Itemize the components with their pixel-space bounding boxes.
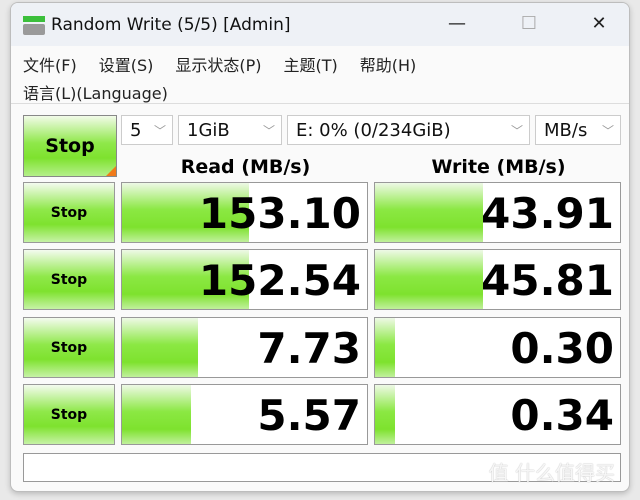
menu-language[interactable]: 语言(L)(Language) [23, 80, 168, 104]
test-stop-button[interactable]: Stop [23, 317, 115, 378]
write-value: 0.30 [510, 324, 614, 373]
read-result: 5.57 [121, 384, 368, 445]
window-title: Random Write (5/5) [Admin] [51, 14, 291, 35]
close-button[interactable]: ✕ [579, 11, 619, 37]
chevron-down-icon: ﹀ [153, 124, 166, 138]
chevron-down-icon: ﹀ [262, 124, 275, 138]
drive-select[interactable]: E: 0% (0/234GiB) ﹀ [287, 115, 530, 145]
test-stop-button[interactable]: Stop [23, 384, 115, 445]
minimize-button[interactable]: — [437, 11, 477, 37]
maximize-button[interactable]: ☐ [509, 11, 549, 37]
test-stop-button[interactable]: Stop [23, 249, 115, 310]
write-result: 0.30 [374, 317, 621, 378]
menu-help[interactable]: 帮助(H) [360, 52, 417, 76]
write-value: 43.91 [481, 189, 614, 238]
stop-label: Stop [50, 339, 88, 356]
stop-all-button[interactable]: Stop [23, 115, 117, 177]
write-result: 0.34 [374, 384, 621, 445]
count-select[interactable]: 5 ﹀ [121, 115, 173, 145]
stop-label: Stop [50, 406, 88, 423]
benchmark-panel: Stop 5 ﹀ 1GiB ﹀ E: 0% (0/234GiB) ﹀ MB/s ﹀ Re… [11, 103, 629, 491]
read-value: 153.10 [198, 189, 361, 238]
write-bar [375, 385, 395, 444]
title-bar: Random Write (5/5) [Admin] — ☐ ✕ [11, 3, 629, 46]
read-result: 153.10 [121, 182, 368, 243]
stop-label: Stop [50, 204, 88, 221]
read-bar [122, 385, 191, 444]
write-result: 45.81 [374, 249, 621, 310]
size-select[interactable]: 1GiB ﹀ [178, 115, 282, 145]
read-result: 7.73 [121, 317, 368, 378]
chevron-down-icon: ﹀ [510, 124, 523, 138]
chevron-down-icon: ﹀ [601, 124, 614, 138]
menu-display[interactable]: 显示状态(P) [175, 52, 261, 76]
stop-all-label: Stop [45, 135, 95, 157]
size-value: 1GiB [187, 120, 230, 141]
read-result: 152.54 [121, 249, 368, 310]
menu-bar: 文件(F) 设置(S) 显示状态(P) 主题(T) 帮助(H) 语言(L)(La… [11, 46, 629, 106]
write-bar [375, 318, 395, 377]
corner-marker-icon [106, 166, 116, 176]
read-value: 5.57 [257, 391, 361, 440]
menu-file[interactable]: 文件(F) [23, 52, 77, 76]
read-value: 152.54 [198, 256, 361, 305]
test-stop-button[interactable]: Stop [23, 182, 115, 243]
write-result: 43.91 [374, 182, 621, 243]
write-value: 0.34 [510, 391, 614, 440]
write-header: Write (MB/s) [431, 156, 566, 178]
app-drive-icon [23, 14, 45, 36]
unit-select[interactable]: MB/s ﹀ [535, 115, 621, 145]
watermark-logo: 值 什么值得买 [488, 461, 615, 485]
drive-value: E: 0% (0/234GiB) [296, 120, 451, 141]
read-header: Read (MB/s) [180, 156, 311, 178]
app-window: Random Write (5/5) [Admin] — ☐ ✕ 文件(F) 设… [10, 2, 630, 492]
menu-settings[interactable]: 设置(S) [99, 52, 154, 76]
menu-theme[interactable]: 主题(T) [284, 52, 338, 76]
write-bar [375, 250, 483, 309]
read-value: 7.73 [257, 324, 361, 373]
stop-label: Stop [50, 271, 88, 288]
read-bar [122, 318, 198, 377]
write-value: 45.81 [481, 256, 614, 305]
write-bar [375, 183, 483, 242]
unit-value: MB/s [544, 120, 588, 141]
count-value: 5 [130, 120, 142, 141]
